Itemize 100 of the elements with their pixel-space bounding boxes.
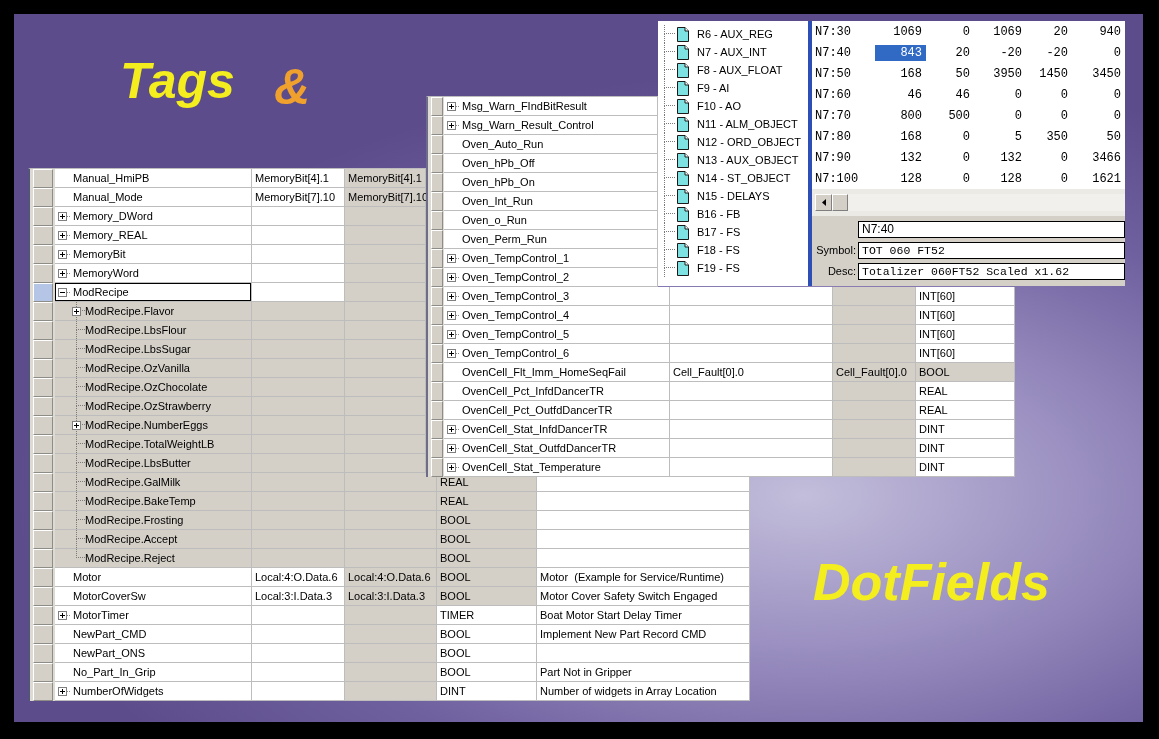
tag-tree-item[interactable]: ModRecipe.OzVanilla [55,359,252,378]
row-header[interactable] [33,682,53,701]
row-header[interactable] [33,226,53,245]
row-header[interactable] [431,192,443,211]
scroll-left-button[interactable] [815,194,832,211]
plus-box-icon[interactable] [447,424,460,434]
tag-tree-item[interactable]: Oven_TempControl_3 [444,287,670,306]
plus-box-icon[interactable] [58,249,71,259]
tag-tree-item[interactable]: OvenCell_Pct_InfdDancerTR [444,382,670,401]
row-header[interactable] [33,264,53,283]
data-file-item[interactable]: F10 - AO [677,97,742,115]
data-file-item[interactable]: N15 - DELAYS [677,187,770,205]
plus-box-icon[interactable] [447,329,460,339]
plus-box-icon[interactable] [58,686,71,696]
row-header[interactable] [33,587,53,606]
tag-tree-item[interactable]: ModRecipe.LbsSugar [55,340,252,359]
tag-tree-item[interactable]: Oven_TempControl_1 [444,249,658,268]
tag-tree-item[interactable]: Oven_Perm_Run [444,230,658,249]
row-header[interactable] [33,378,53,397]
tag-tree-item[interactable]: MotorTimer [55,606,252,625]
row-header[interactable] [33,340,53,359]
row-header[interactable] [33,454,53,473]
tag-tree-item[interactable]: Msg_Warn_Result_Control [444,116,658,135]
tag-tree-item[interactable]: Oven_Int_Run [444,192,658,211]
tag-tree-item[interactable]: MemoryBit [55,245,252,264]
tag-tree-item[interactable]: Oven_hPb_Off [444,154,658,173]
tag-tree-item[interactable]: MotorCoverSw [55,587,252,606]
tag-tree-item[interactable]: OvenCell_Stat_InfdDancerTR [444,420,670,439]
tag-tree-item[interactable]: ModRecipe.LbsFlour [55,321,252,340]
row-header[interactable] [33,644,53,663]
tag-tree-item[interactable]: ModRecipe.BakeTemp [55,492,252,511]
tag-tree-item[interactable]: Oven_TempControl_2 [444,268,658,287]
row-header[interactable] [33,302,53,321]
data-file-item[interactable]: F9 - AI [677,79,730,97]
data-file-item[interactable]: B16 - FB [677,205,741,223]
data-file-item[interactable]: F19 - FS [677,259,740,277]
row-header[interactable] [33,625,53,644]
tag-tree-item[interactable]: ModRecipe.GalMilk [55,473,252,492]
plus-box-icon[interactable] [447,291,460,301]
row-header[interactable] [33,359,53,378]
row-header[interactable] [33,416,53,435]
tag-tree-item[interactable]: Memory_DWord [55,207,252,226]
tag-tree-item[interactable]: OvenCell_Stat_OutfdDancerTR [444,439,670,458]
row-header[interactable] [33,169,53,188]
data-file-item[interactable]: B17 - FS [677,223,741,241]
tag-tree-item[interactable]: Manual_HmiPB [55,169,252,188]
tag-tree-item[interactable]: Oven_hPb_On [444,173,658,192]
data-file-item[interactable]: N11 - ALM_OBJECT [677,115,798,133]
plus-box-icon[interactable] [447,348,460,358]
tag-tree-item[interactable]: ModRecipe.OzChocolate [55,378,252,397]
tag-tree-item[interactable]: ModRecipe.NumberEggs [55,416,252,435]
tag-tree-item[interactable]: Msg_Warn_FIndBitResult [444,97,658,116]
plus-box-icon[interactable] [447,120,460,130]
tag-tree-item[interactable]: OvenCell_Stat_Temperature [444,458,670,477]
data-file-item[interactable]: R6 - AUX_REG [677,25,773,43]
plus-box-icon[interactable] [447,272,460,282]
data-file-item[interactable]: N13 - AUX_OBJECT [677,151,799,169]
plus-box-icon[interactable] [58,268,71,278]
description-field[interactable]: Totalizer 060FT52 Scaled x1.62 [858,263,1125,280]
plus-box-icon[interactable] [58,211,71,221]
row-header[interactable] [33,511,53,530]
tag-tree-item[interactable]: Manual_Mode [55,188,252,207]
tag-tree-item[interactable]: ModRecipe.Frosting [55,511,252,530]
tag-tree-item[interactable]: No_Part_In_Grip [55,663,252,682]
row-header[interactable] [33,473,53,492]
row-header[interactable] [33,549,53,568]
tag-tree-item[interactable]: ModRecipe.Flavor [55,302,252,321]
row-header[interactable] [33,435,53,454]
tag-tree-item[interactable]: MemoryWord [55,264,252,283]
tag-tree-item[interactable]: ModRecipe.OzStrawberry [55,397,252,416]
row-header[interactable] [431,173,443,192]
row-header[interactable] [33,207,53,226]
row-header[interactable] [33,397,53,416]
row-header[interactable] [431,154,443,173]
tag-tree-item[interactable]: NumberOfWidgets [55,682,252,701]
tag-tree-item[interactable]: NewPart_ONS [55,644,252,663]
tag-tree-item[interactable]: Oven_TempControl_4 [444,306,670,325]
tag-tree-item[interactable]: Motor [55,568,252,587]
tag-tree-item[interactable]: ModRecipe.TotalWeightLB [55,435,252,454]
minus-box-icon[interactable] [58,287,71,297]
data-file-item[interactable]: F18 - FS [677,241,740,259]
row-header[interactable] [33,321,53,340]
tag-tree-item[interactable]: ModRecipe [55,283,252,302]
tag-tree-item[interactable]: NewPart_CMD [55,625,252,644]
plus-box-icon[interactable] [447,310,460,320]
row-header[interactable] [431,135,443,154]
plus-box-icon[interactable] [447,443,460,453]
plus-box-icon[interactable] [447,101,460,111]
row-header[interactable] [33,606,53,625]
plus-box-icon[interactable] [447,253,460,263]
tag-tree-item[interactable]: ModRecipe.LbsButter [55,454,252,473]
tag-tree-item[interactable]: OvenCell_Pct_OutfdDancerTR [444,401,670,420]
scrollbar-thumb[interactable] [832,194,848,211]
tag-tree-item[interactable]: Oven_TempControl_6 [444,344,670,363]
plus-box-icon[interactable] [72,307,81,316]
tag-tree-item[interactable]: ModRecipe.Reject [55,549,252,568]
horizontal-scrollbar[interactable] [815,194,1125,211]
plus-box-icon[interactable] [72,421,81,430]
row-header[interactable] [33,283,53,302]
data-file-item[interactable]: N12 - ORD_OBJECT [677,133,801,151]
